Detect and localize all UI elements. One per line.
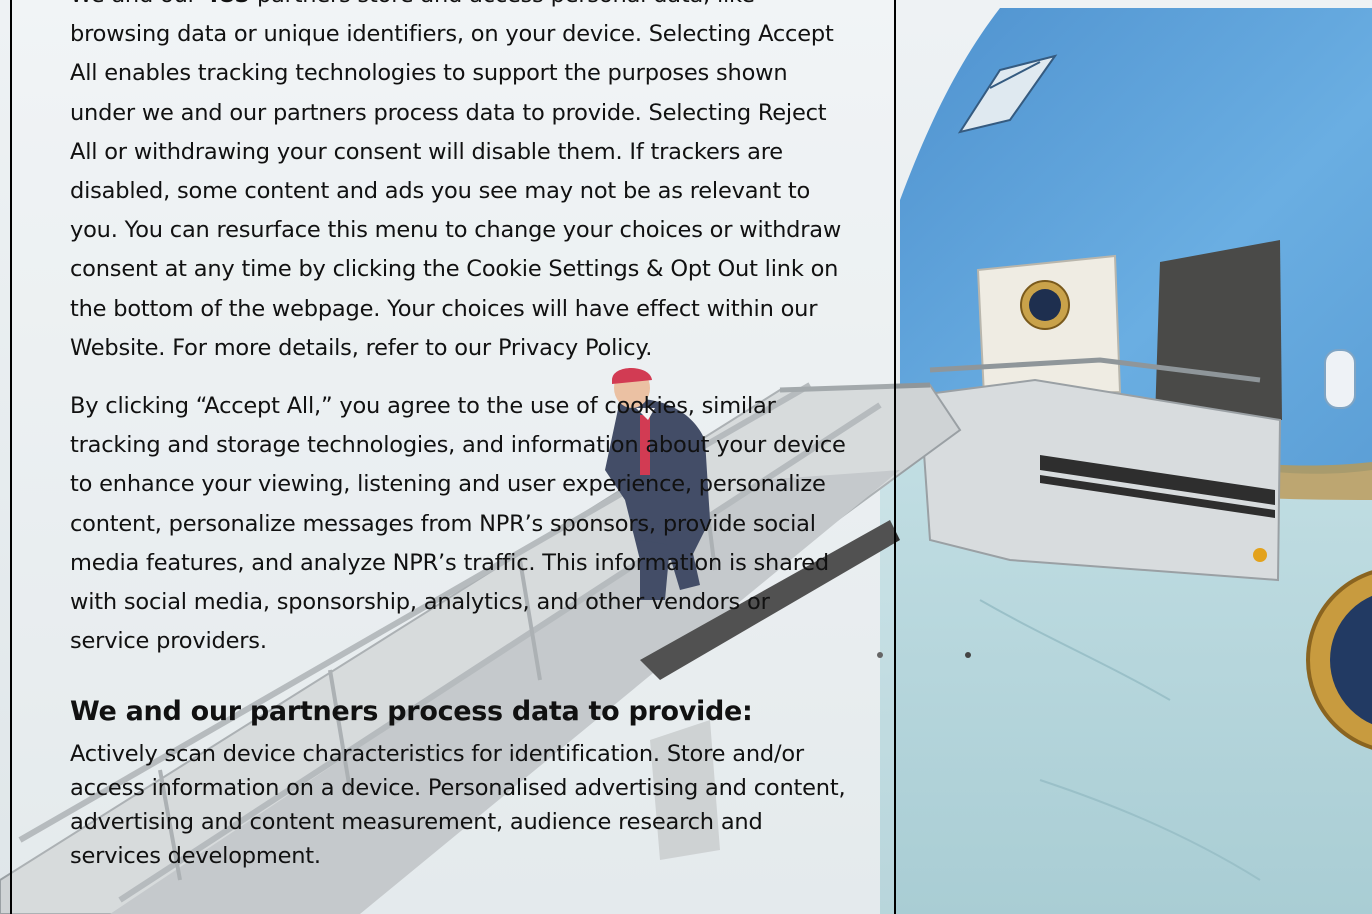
purposes-heading: We and our partners process data to prov… (70, 696, 753, 728)
page: We and our 485 partners store and access… (0, 0, 1372, 914)
intro-prefix: We and our (70, 0, 204, 8)
cookie-consent-panel: We and our 485 partners store and access… (10, 0, 896, 914)
purposes-list: Actively scan device characteristics for… (70, 741, 846, 870)
intro-end: . (645, 334, 653, 361)
consent-intro-paragraph: We and our 485 partners store and access… (70, 0, 850, 368)
cabin-window (1324, 349, 1356, 409)
consent-content: We and our 485 partners store and access… (70, 0, 850, 892)
intro-body: partners store and access personal data,… (70, 0, 842, 361)
partner-count: 485 (204, 0, 251, 8)
aircraft-door-opening (1155, 240, 1282, 420)
privacy-policy-link[interactable]: Privacy Policy (498, 335, 646, 361)
consent-accept-paragraph: By clicking “Accept All,” you agree to t… (70, 393, 846, 655)
